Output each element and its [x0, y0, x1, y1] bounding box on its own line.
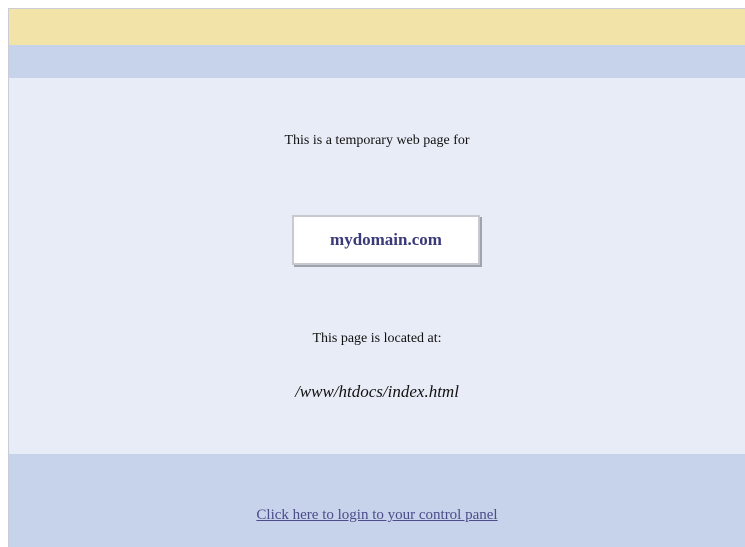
- temporary-page: This is a temporary web page for mydomai…: [8, 8, 745, 547]
- footer-band: [9, 454, 745, 547]
- domain-name: mydomain.com: [330, 230, 442, 249]
- top-banner: [9, 9, 745, 45]
- intro-text: This is a temporary web page for: [284, 133, 470, 148]
- header-band: [9, 45, 745, 78]
- file-path: /www/htdocs/index.html: [295, 382, 459, 401]
- control-panel-login-link[interactable]: Click here to login to your control pane…: [9, 507, 745, 524]
- domain-box: mydomain.com: [292, 215, 480, 265]
- location-label: This page is located at:: [312, 331, 442, 346]
